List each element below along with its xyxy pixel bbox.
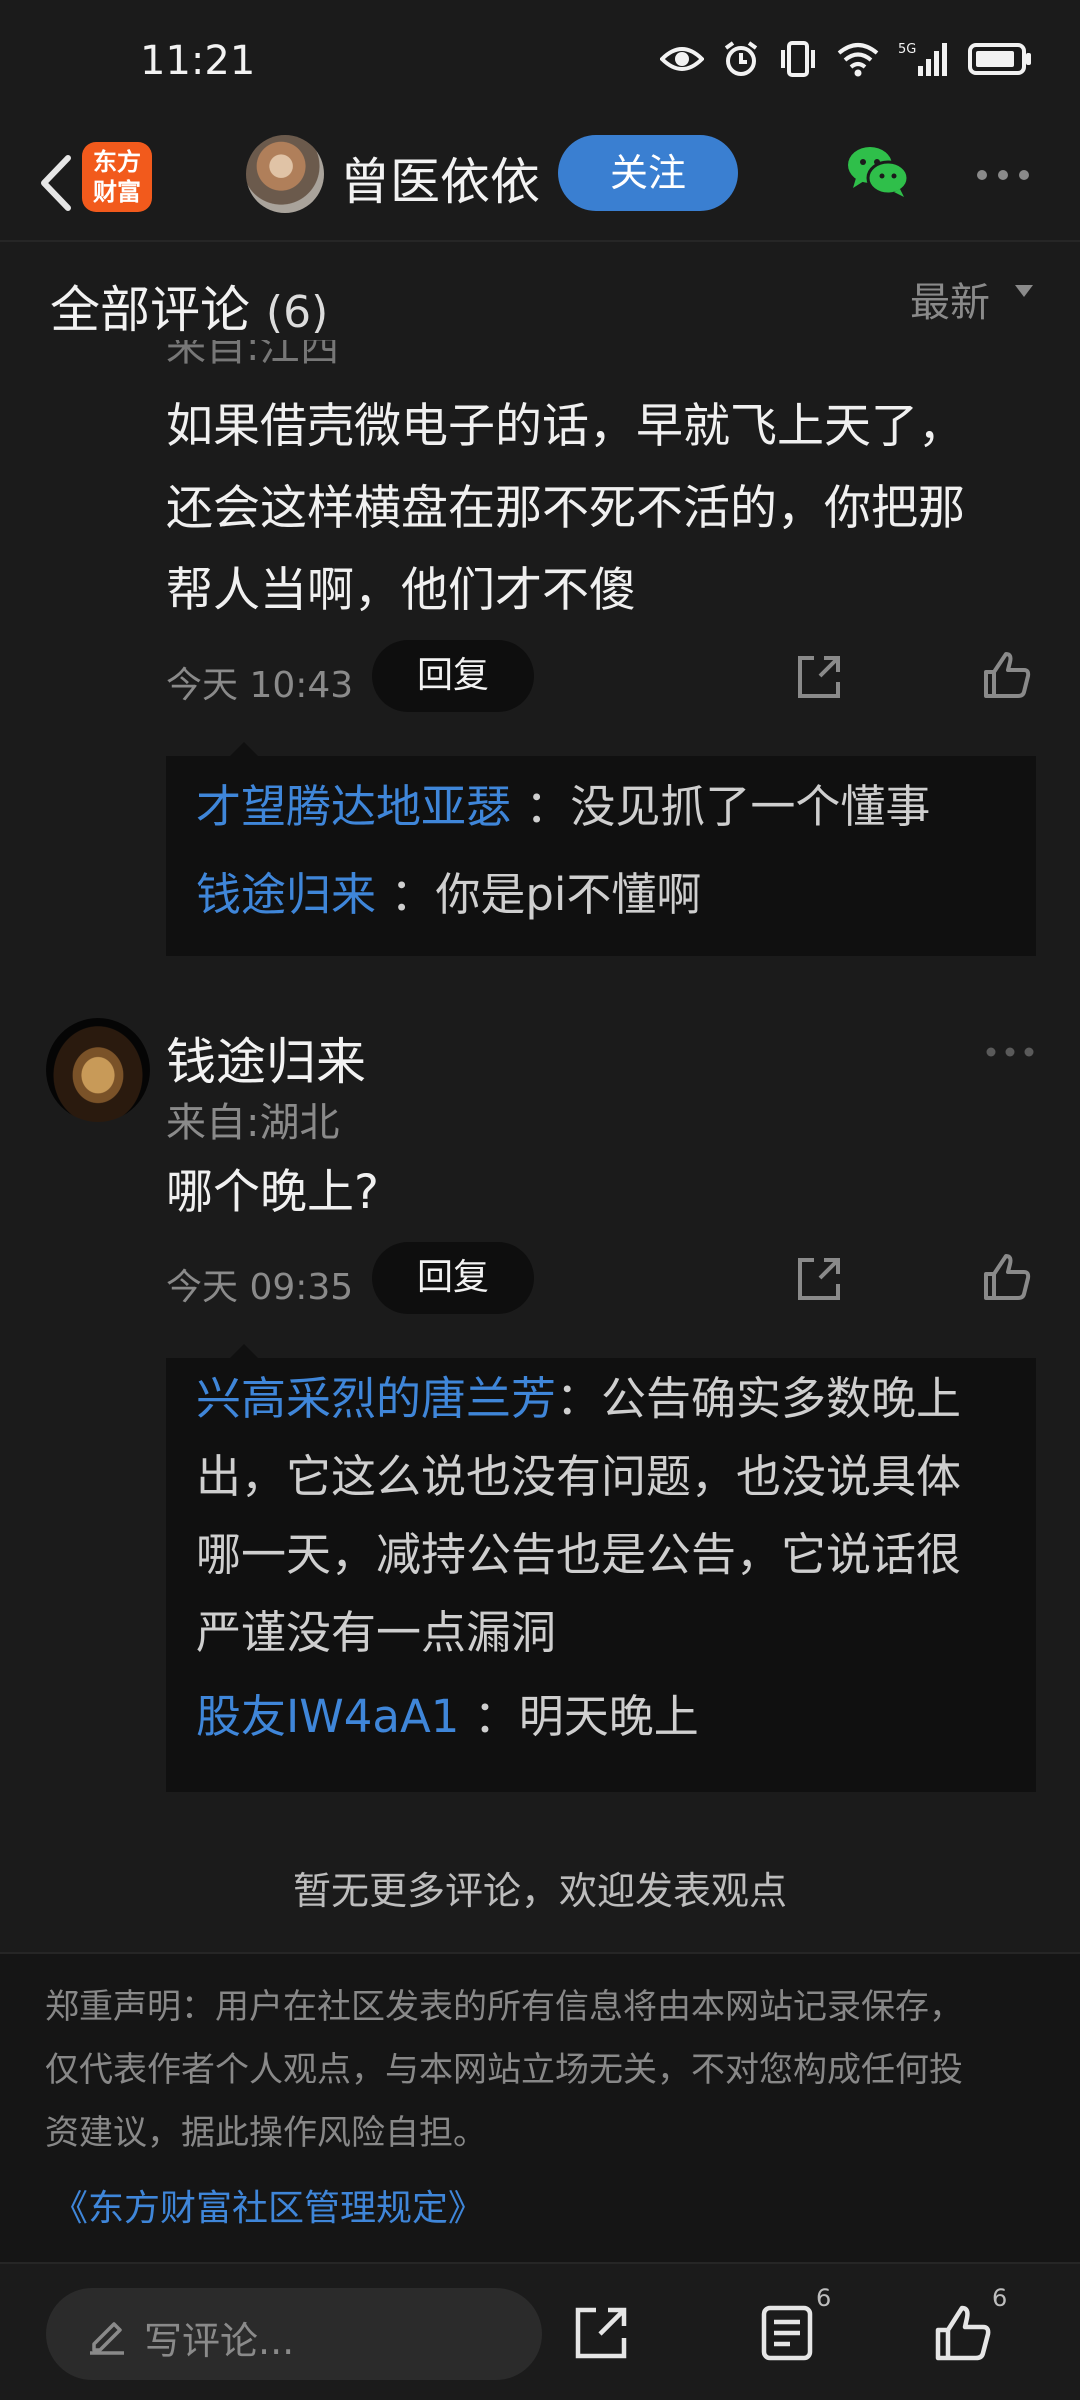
reply-button[interactable]: 回复 xyxy=(372,640,534,712)
svg-text:5G: 5G xyxy=(898,42,916,57)
disclaimer-text: 郑重声明：用户在社区发表的所有信息将由本网站记录保存， 仅代表作者个人观点，与本… xyxy=(45,1976,1035,2165)
comment-body: 如果借壳微电子的话，早就飞上天了， 还会这样横盘在那不死不活的，你把那 帮人当啊… xyxy=(166,386,1046,632)
disclaimer-section: 郑重声明：用户在社区发表的所有信息将由本网站记录保存， 仅代表作者个人观点，与本… xyxy=(0,1952,1080,2262)
likes-count: 6 xyxy=(992,2284,1008,2312)
bottom-bar: 写评论... 6 6 xyxy=(0,2262,1080,2400)
sort-dropdown[interactable]: 最新 xyxy=(910,270,990,328)
wechat-icon[interactable] xyxy=(846,144,910,200)
comment-line: 如果借壳微电子的话，早就飞上天了， xyxy=(166,399,965,454)
reply-text: ：你是pi不懂啊 xyxy=(390,868,702,921)
like-icon[interactable] xyxy=(980,648,1034,702)
caret-down-icon[interactable] xyxy=(1015,285,1033,297)
avatar[interactable] xyxy=(46,1018,150,1122)
share-icon[interactable] xyxy=(792,650,846,704)
author-avatar[interactable] xyxy=(246,135,324,213)
app-logo[interactable]: 东方 财富 xyxy=(82,142,152,212)
share-icon[interactable] xyxy=(792,1252,846,1306)
author-name[interactable]: 曾医依依 xyxy=(340,142,540,214)
comment-time: 今天 09:35 xyxy=(166,1267,354,1308)
reply-item[interactable]: 才望腾达地亚瑟 ：没见抓了一个懂事 xyxy=(196,768,1016,846)
status-icons: 5G xyxy=(660,40,1032,78)
status-bar: 11:21 5G xyxy=(0,0,1080,130)
reply-text: 严谨没有一点漏洞 xyxy=(196,1606,557,1659)
comment-username[interactable]: 钱途归来 xyxy=(166,1022,366,1094)
comment-input[interactable]: 写评论... xyxy=(46,2288,542,2380)
disclaimer-line: 资建议，据此操作风险自担。 xyxy=(45,2113,487,2153)
follow-button[interactable]: 关注 xyxy=(558,135,738,211)
alarm-icon xyxy=(724,41,758,76)
reply-text: ：没见抓了一个懂事 xyxy=(525,780,931,833)
section-title: 全部评论 (6) xyxy=(50,270,328,342)
comment-body: 哪个晚上? xyxy=(166,1152,1046,1234)
clipped-location: 来自:江西 xyxy=(166,340,340,368)
reply-item[interactable]: 股友IW4aA1 ：明天晚上 xyxy=(196,1678,1016,1756)
reply-author[interactable]: 兴高采烈的唐兰芳 xyxy=(196,1372,556,1425)
section-title-text: 全部评论 xyxy=(50,281,250,339)
comment-time: 今天 10:43 xyxy=(166,665,354,706)
battery-icon xyxy=(968,43,1031,75)
disclaimer-line: 仅代表作者个人观点，与本网站立场无关，不对您构成任何投 xyxy=(45,2050,963,2090)
reply-thread: 兴高采烈的唐兰芳：公告确实多数晚上 出，它这么说也没有问题，也没说具体 哪一天，… xyxy=(166,1344,1036,1792)
like-icon[interactable] xyxy=(932,2302,994,2364)
signal-icon: 5G xyxy=(898,42,947,76)
reply-text: 哪一天，减持公告也是公告，它说话很 xyxy=(196,1528,962,1581)
reply-author[interactable]: 钱途归来 xyxy=(196,868,376,921)
like-icon[interactable] xyxy=(980,1250,1034,1304)
reply-author[interactable]: 股友IW4aA1 xyxy=(196,1690,459,1743)
comment-line: 还会这样横盘在那不死不活的，你把那 xyxy=(166,481,965,536)
wifi-icon xyxy=(837,43,879,77)
status-time: 11:21 xyxy=(140,38,256,84)
comment-count: (6) xyxy=(265,287,329,338)
app-logo-text-2: 财富 xyxy=(93,178,141,206)
comment-line: 哪个晚上? xyxy=(166,1165,379,1220)
more-icon[interactable] xyxy=(975,168,1031,182)
reply-text: ：明天晚上 xyxy=(473,1690,699,1743)
reply-thread: 才望腾达地亚瑟 ：没见抓了一个懂事 钱途归来 ：你是pi不懂啊 xyxy=(166,742,1036,956)
no-more-comments: 暂无更多评论，欢迎发表观点 xyxy=(292,1869,787,1913)
pencil-icon xyxy=(90,2322,124,2355)
share-icon[interactable] xyxy=(570,2302,632,2364)
reply-item[interactable]: 兴高采烈的唐兰芳：公告确实多数晚上 出，它这么说也没有问题，也没说具体 哪一天，… xyxy=(196,1360,1016,1672)
disclaimer-line: 郑重声明：用户在社区发表的所有信息将由本网站记录保存， xyxy=(45,1987,963,2027)
more-icon[interactable] xyxy=(985,1045,1035,1059)
comment-placeholder: 写评论... xyxy=(144,2319,295,2363)
comment-location: 来自:湖北 xyxy=(166,1100,340,1146)
reply-author[interactable]: 才望腾达地亚瑟 xyxy=(196,780,511,833)
header: 东方 财富 曾医依依 关注 xyxy=(0,130,1080,242)
reply-text: 出，它这么说也没有问题，也没说具体 xyxy=(196,1450,962,1503)
comment-line: 帮人当啊，他们才不傻 xyxy=(166,563,636,618)
reply-text: ：公告确实多数晚上 xyxy=(556,1372,962,1425)
reply-button[interactable]: 回复 xyxy=(372,1242,534,1314)
app-logo-text-1: 东方 xyxy=(93,148,141,176)
community-rules-link[interactable]: 《东方财富社区管理规定》 xyxy=(52,2179,484,2231)
reply-item[interactable]: 钱途归来 ：你是pi不懂啊 xyxy=(196,856,1016,934)
vibrate-icon xyxy=(781,41,815,77)
comments-icon[interactable] xyxy=(756,2302,818,2364)
eye-icon xyxy=(660,47,704,71)
comments-count: 6 xyxy=(816,2284,832,2312)
